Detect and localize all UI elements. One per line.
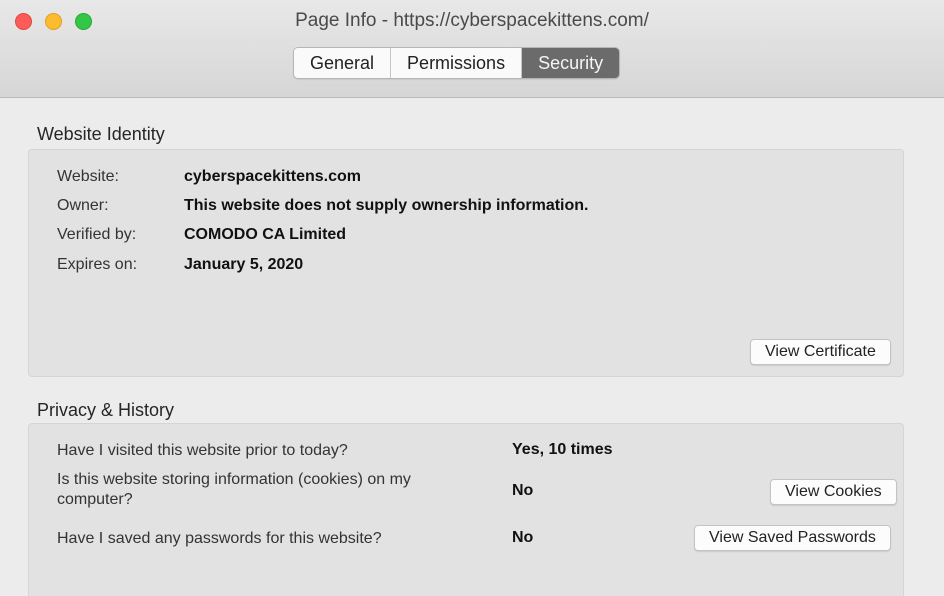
visited-before-question: Have I visited this website prior to tod… bbox=[57, 442, 348, 459]
tab-bar: General Permissions Security bbox=[293, 47, 621, 79]
view-cookies-button[interactable]: View Cookies bbox=[770, 479, 897, 505]
tab-permissions[interactable]: Permissions bbox=[391, 48, 523, 78]
view-saved-passwords-button[interactable]: View Saved Passwords bbox=[694, 525, 891, 551]
view-certificate-button[interactable]: View Certificate bbox=[750, 339, 891, 365]
expires-on-value: January 5, 2020 bbox=[184, 256, 304, 273]
title-bar: Page Info - https://cyberspacekittens.co… bbox=[0, 0, 944, 98]
website-value: cyberspacekittens.com bbox=[184, 168, 361, 185]
visited-before-answer: Yes, 10 times bbox=[512, 441, 613, 458]
tab-security[interactable]: Security bbox=[522, 48, 620, 78]
owner-label: Owner: bbox=[57, 197, 109, 214]
owner-value: This website does not supply ownership i… bbox=[184, 197, 589, 214]
cookies-question: Is this website storing information (coo… bbox=[57, 471, 411, 508]
website-label: Website: bbox=[57, 168, 119, 185]
saved-passwords-answer: No bbox=[512, 529, 534, 546]
tab-general[interactable]: General bbox=[294, 48, 392, 78]
window-title: Page Info - https://cyberspacekittens.co… bbox=[295, 10, 649, 31]
privacy-history-heading: Privacy & History bbox=[37, 400, 175, 420]
expires-on-label: Expires on: bbox=[57, 256, 138, 273]
cookies-answer: No bbox=[512, 482, 534, 499]
page-info-window: Page Info - https://cyberspacekittens.co… bbox=[0, 0, 944, 596]
website-identity-heading: Website Identity bbox=[37, 124, 165, 144]
verified-by-value: COMODO CA Limited bbox=[184, 226, 347, 243]
saved-passwords-question: Have I saved any passwords for this webs… bbox=[57, 530, 382, 547]
verified-by-label: Verified by: bbox=[57, 226, 137, 243]
